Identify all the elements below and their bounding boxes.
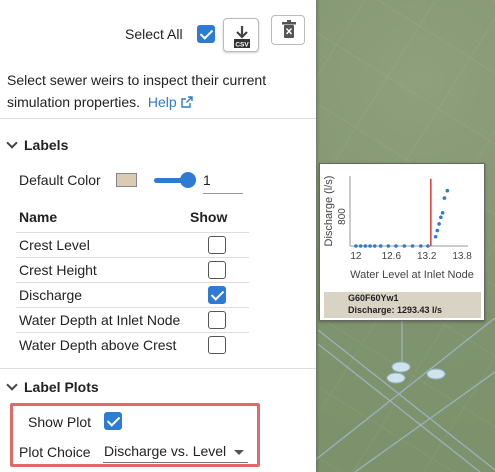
label-size-slider-handle[interactable] (180, 172, 196, 188)
label-show-checkbox[interactable] (208, 236, 226, 254)
chart-point (372, 244, 377, 248)
label-row-name: Crest Level (19, 237, 90, 253)
panel-intro: Select sewer weirs to inspect their curr… (7, 69, 307, 113)
label-show-checkbox[interactable] (208, 311, 226, 329)
external-link-icon (180, 96, 193, 108)
chart-x-tick-label: 12.6 (382, 251, 402, 262)
chart-point (440, 211, 445, 215)
intro-text: Select sewer weirs to inspect their curr… (7, 72, 267, 110)
chart-point (433, 234, 438, 239)
chart-point (378, 244, 383, 248)
chart-y-tick-label: 800 (337, 208, 348, 225)
chart-x-axis-label: Water Level at Inlet Node (350, 269, 474, 281)
label-row: Water Depth above Crest (16, 332, 249, 357)
popup-node-name: G60F60Yw1 (348, 293, 399, 303)
popup-footer: G60F60Yw1 Discharge: 1293.43 l/s (324, 292, 481, 318)
chart-point (439, 215, 443, 220)
chart-point (402, 244, 407, 248)
column-header-show: Show (190, 209, 228, 225)
divider (0, 368, 316, 369)
default-color-label: Default Color (19, 172, 101, 188)
label-row-name: Crest Height (19, 262, 97, 278)
label-row-name: Water Depth at Inlet Node (19, 312, 181, 328)
help-link-label[interactable]: Help (148, 94, 177, 110)
chart-point (410, 244, 415, 248)
help-link[interactable]: Help (144, 94, 193, 110)
chart-point (445, 188, 450, 193)
label-size-input[interactable]: 1 (203, 170, 243, 194)
chevron-down-icon (6, 137, 18, 149)
label-show-checkbox[interactable] (208, 286, 226, 304)
select-all-checkbox[interactable] (197, 25, 215, 43)
chart-point (419, 244, 423, 248)
divider (0, 118, 316, 119)
label-plots-section-toggle[interactable]: Label Plots (6, 379, 99, 395)
column-header-name: Name (19, 209, 58, 225)
chart-point (386, 244, 391, 248)
chart-point (394, 244, 398, 248)
chart-x-tick-label: 13.8 (452, 251, 472, 262)
label-show-checkbox[interactable] (208, 336, 226, 354)
weir-plot-popup[interactable]: 12 12.6 13.2 13.8 800 Water Level at Inlet … (319, 163, 485, 321)
chart-y-axis-label: Discharge (l/s) (323, 176, 335, 247)
label-row: Crest Height (16, 257, 249, 282)
chevron-down-icon (234, 450, 244, 455)
labels-section-toggle[interactable]: Labels (6, 137, 69, 153)
show-plot-label: Show Plot (28, 414, 92, 430)
chart-point (437, 222, 441, 226)
download-csv-icon: CSV (234, 26, 250, 49)
chart-point (358, 244, 363, 248)
label-plots-section-title: Label Plots (24, 379, 99, 395)
chart-x-tick-label: 13.2 (417, 251, 437, 262)
discharge-vs-level-chart: 12 12.6 13.2 13.8 800 Water Level at Inlet … (323, 176, 474, 281)
delete-button[interactable] (271, 15, 305, 45)
label-row: Discharge (16, 282, 249, 307)
chart-point (442, 196, 447, 200)
default-color-swatch[interactable] (116, 173, 137, 187)
chart-point (354, 244, 358, 248)
svg-text:CSV: CSV (235, 42, 249, 49)
plot-choice-select[interactable]: Discharge vs. Level (103, 441, 248, 463)
chart-point (363, 244, 368, 248)
popup-discharge: Discharge: 1293.43 l/s (348, 305, 443, 315)
panel-toolbar: Select All CSV (0, 0, 316, 62)
labels-section-title: Labels (24, 137, 69, 153)
plot-choice-label: Plot Choice (19, 444, 91, 460)
chart-point (368, 244, 372, 248)
chart-point (435, 228, 440, 233)
chevron-down-icon (6, 379, 18, 391)
weir-inspector-panel: Select All CSV Select sewer weirs to ins… (0, 0, 316, 472)
trash-icon (282, 20, 296, 38)
label-row-name: Water Depth above Crest (19, 337, 177, 353)
label-show-checkbox[interactable] (208, 261, 226, 279)
select-all-label: Select All (125, 26, 183, 42)
label-row: Water Depth at Inlet Node (16, 307, 249, 332)
chart-point (426, 244, 430, 248)
chart-x-tick-label: 12 (350, 251, 362, 262)
plot-choice-value: Discharge vs. Level (104, 443, 227, 459)
download-csv-button[interactable]: CSV (223, 18, 259, 52)
label-row-name: Discharge (19, 287, 83, 303)
label-row: Crest Level (16, 232, 249, 257)
show-plot-checkbox[interactable] (104, 412, 122, 430)
